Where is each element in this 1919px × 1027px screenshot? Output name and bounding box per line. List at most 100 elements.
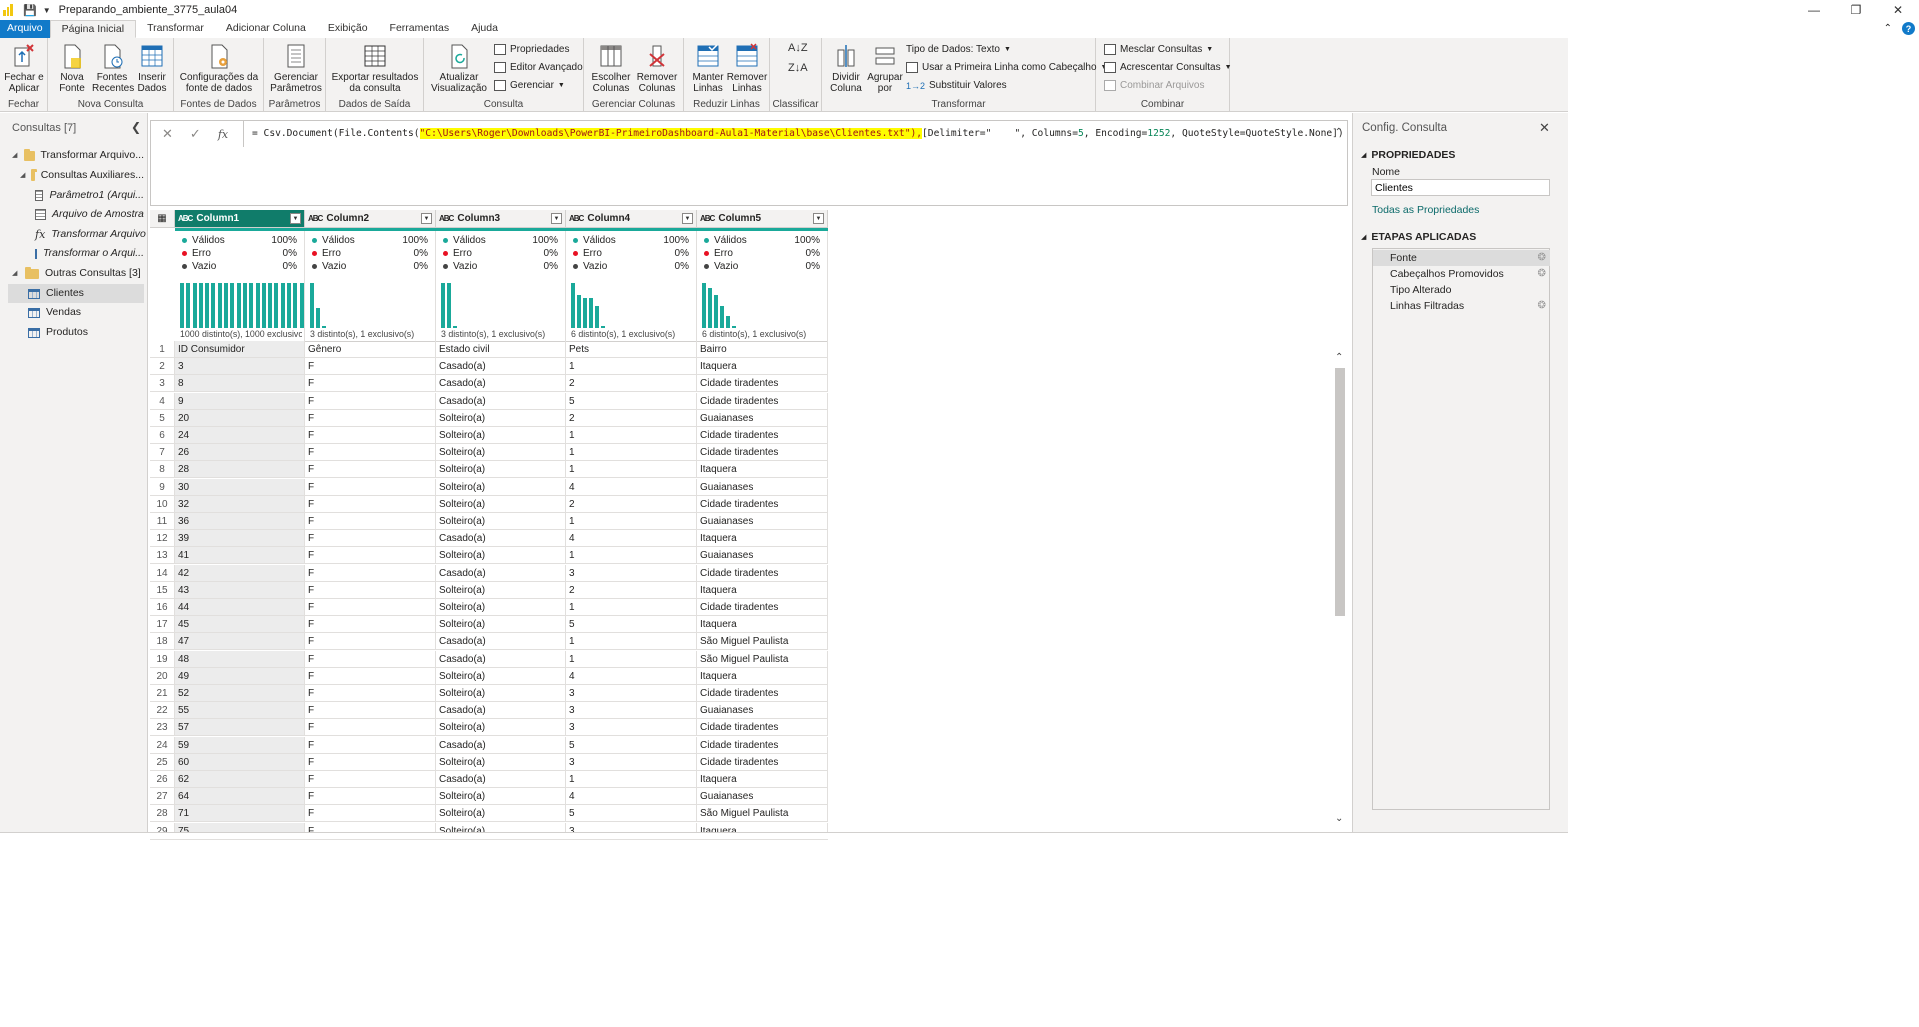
table-cell[interactable]: F bbox=[305, 461, 436, 479]
table-cell[interactable]: Guaianases bbox=[697, 788, 828, 806]
table-cell[interactable]: F bbox=[305, 581, 436, 599]
table-cell[interactable]: Estado civil bbox=[436, 341, 566, 358]
table-menu-icon[interactable]: ▦ bbox=[150, 210, 175, 228]
table-cell[interactable]: F bbox=[305, 650, 436, 668]
table-cell[interactable]: Itaquera bbox=[697, 581, 828, 599]
table-cell[interactable]: 2 bbox=[566, 409, 697, 427]
distribution-bar[interactable] bbox=[261, 283, 266, 328]
table-cell[interactable]: 60 bbox=[175, 753, 305, 771]
table-cell[interactable]: F bbox=[305, 427, 436, 444]
column-filter-icon[interactable]: ▼ bbox=[551, 213, 562, 224]
row-number[interactable]: 1 bbox=[150, 341, 175, 358]
distribution-bar[interactable] bbox=[601, 326, 605, 328]
table-cell[interactable]: 1 bbox=[566, 599, 697, 616]
minimize-icon[interactable]: — bbox=[1793, 0, 1835, 20]
row-number[interactable]: 28 bbox=[150, 805, 175, 823]
table-cell[interactable]: F bbox=[305, 392, 436, 410]
table-cell[interactable]: F bbox=[305, 702, 436, 720]
table-cell[interactable]: 1 bbox=[566, 461, 697, 479]
applied-step[interactable]: Tipo Alterado bbox=[1373, 282, 1550, 298]
gear-icon[interactable]: ❂ bbox=[1538, 250, 1546, 266]
table-cell[interactable]: Casado(a) bbox=[436, 650, 566, 668]
table-cell[interactable]: Casado(a) bbox=[436, 375, 566, 393]
table-cell[interactable]: Solteiro(a) bbox=[436, 805, 566, 823]
expand-formula-icon[interactable]: ⌃ bbox=[1335, 127, 1343, 138]
table-cell[interactable]: 64 bbox=[175, 788, 305, 806]
query-item[interactable]: fx Transformar Arquivo bbox=[8, 225, 146, 244]
save-icon[interactable]: 💾 bbox=[23, 4, 37, 17]
table-cell[interactable]: F bbox=[305, 719, 436, 737]
table-cell[interactable]: 2 bbox=[566, 495, 697, 513]
distribution-bar[interactable] bbox=[186, 283, 191, 328]
distribution-bar[interactable] bbox=[205, 283, 210, 328]
row-number[interactable]: 27 bbox=[150, 788, 175, 806]
table-cell[interactable]: F bbox=[305, 633, 436, 651]
table-cell[interactable]: São Miguel Paulista bbox=[697, 650, 828, 668]
tab-ferramentas[interactable]: Ferramentas bbox=[379, 20, 461, 38]
distribution-bar[interactable] bbox=[280, 283, 285, 328]
table-cell[interactable]: 28 bbox=[175, 461, 305, 479]
help-icon[interactable]: ? bbox=[1902, 22, 1915, 35]
distribution-bar[interactable] bbox=[224, 283, 229, 328]
column-header-1[interactable]: ABC Column1 ▼ bbox=[175, 210, 305, 228]
query-item[interactable]: ◢ Consultas Auxiliares... bbox=[8, 166, 144, 185]
distribution-bar[interactable] bbox=[453, 326, 457, 328]
table-cell[interactable]: Itaquera bbox=[697, 358, 828, 376]
distribution-bar[interactable] bbox=[571, 283, 575, 328]
tab-pagina-inicial[interactable]: Página Inicial bbox=[49, 20, 137, 38]
sort-ascending-icon[interactable]: A↓Z bbox=[788, 42, 808, 54]
table-cell[interactable]: 1 bbox=[566, 513, 697, 530]
table-cell[interactable]: Solteiro(a) bbox=[436, 444, 566, 462]
table-cell[interactable]: Itaquera bbox=[697, 530, 828, 548]
table-cell[interactable]: Solteiro(a) bbox=[436, 616, 566, 634]
collapse-ribbon-icon[interactable]: ⌃ bbox=[1884, 23, 1892, 34]
merge-queries-button[interactable]: Mesclar Consultas ▼ bbox=[1104, 44, 1213, 55]
vertical-scrollbar[interactable]: ⌃ ⌄ bbox=[1333, 352, 1347, 824]
recent-sources-button[interactable]: Fontes Recentes bbox=[92, 42, 134, 94]
keep-rows-button[interactable]: Manter Linhas bbox=[688, 42, 728, 94]
table-cell[interactable]: F bbox=[305, 753, 436, 771]
distribution-bar[interactable] bbox=[702, 283, 706, 328]
row-number[interactable]: 16 bbox=[150, 599, 175, 616]
scroll-up-icon[interactable]: ⌃ bbox=[1335, 352, 1343, 363]
table-cell[interactable]: 52 bbox=[175, 685, 305, 702]
table-cell[interactable]: 4 bbox=[566, 530, 697, 548]
table-cell[interactable]: F bbox=[305, 513, 436, 530]
remove-columns-button[interactable]: Remover Colunas bbox=[634, 42, 680, 94]
table-cell[interactable]: F bbox=[305, 805, 436, 823]
tab-ajuda[interactable]: Ajuda bbox=[460, 20, 509, 38]
row-number[interactable]: 22 bbox=[150, 702, 175, 720]
distribution-bar[interactable] bbox=[720, 306, 724, 328]
table-cell[interactable]: 3 bbox=[175, 358, 305, 376]
distribution-bar[interactable] bbox=[441, 283, 445, 328]
distribution-bar[interactable] bbox=[242, 283, 247, 328]
table-cell[interactable]: 32 bbox=[175, 495, 305, 513]
data-source-settings-button[interactable]: Configurações da fonte de dados bbox=[178, 42, 260, 94]
table-cell[interactable]: 1 bbox=[566, 771, 697, 788]
row-number[interactable]: 20 bbox=[150, 667, 175, 685]
table-cell[interactable]: 55 bbox=[175, 702, 305, 720]
table-cell[interactable]: Itaquera bbox=[697, 667, 828, 685]
table-cell[interactable]: F bbox=[305, 495, 436, 513]
table-cell[interactable]: 3 bbox=[566, 685, 697, 702]
query-item[interactable]: Vendas bbox=[8, 303, 144, 322]
table-cell[interactable]: F bbox=[305, 547, 436, 565]
row-number[interactable]: 10 bbox=[150, 495, 175, 513]
scroll-down-icon[interactable]: ⌄ bbox=[1335, 813, 1343, 824]
type-text-icon[interactable]: ABC bbox=[569, 214, 584, 223]
close-apply-button[interactable]: Fechar e Aplicar bbox=[4, 42, 44, 94]
type-text-icon[interactable]: ABC bbox=[439, 214, 454, 223]
table-cell[interactable]: Casado(a) bbox=[436, 771, 566, 788]
distribution-bar[interactable] bbox=[211, 283, 216, 328]
table-cell[interactable]: Solteiro(a) bbox=[436, 478, 566, 496]
table-cell[interactable]: 5 bbox=[566, 805, 697, 823]
group-by-button[interactable]: Agrupar por bbox=[866, 42, 904, 94]
table-cell[interactable]: F bbox=[305, 564, 436, 582]
expand-triangle-icon[interactable]: ◢ bbox=[20, 166, 25, 185]
replace-values-button[interactable]: 1→2 Substituir Valores bbox=[906, 80, 1007, 91]
row-number[interactable]: 14 bbox=[150, 564, 175, 582]
table-cell[interactable]: Casado(a) bbox=[436, 736, 566, 754]
table-cell[interactable]: 42 bbox=[175, 564, 305, 582]
table-cell[interactable]: Solteiro(a) bbox=[436, 547, 566, 565]
table-cell[interactable]: Casado(a) bbox=[436, 564, 566, 582]
